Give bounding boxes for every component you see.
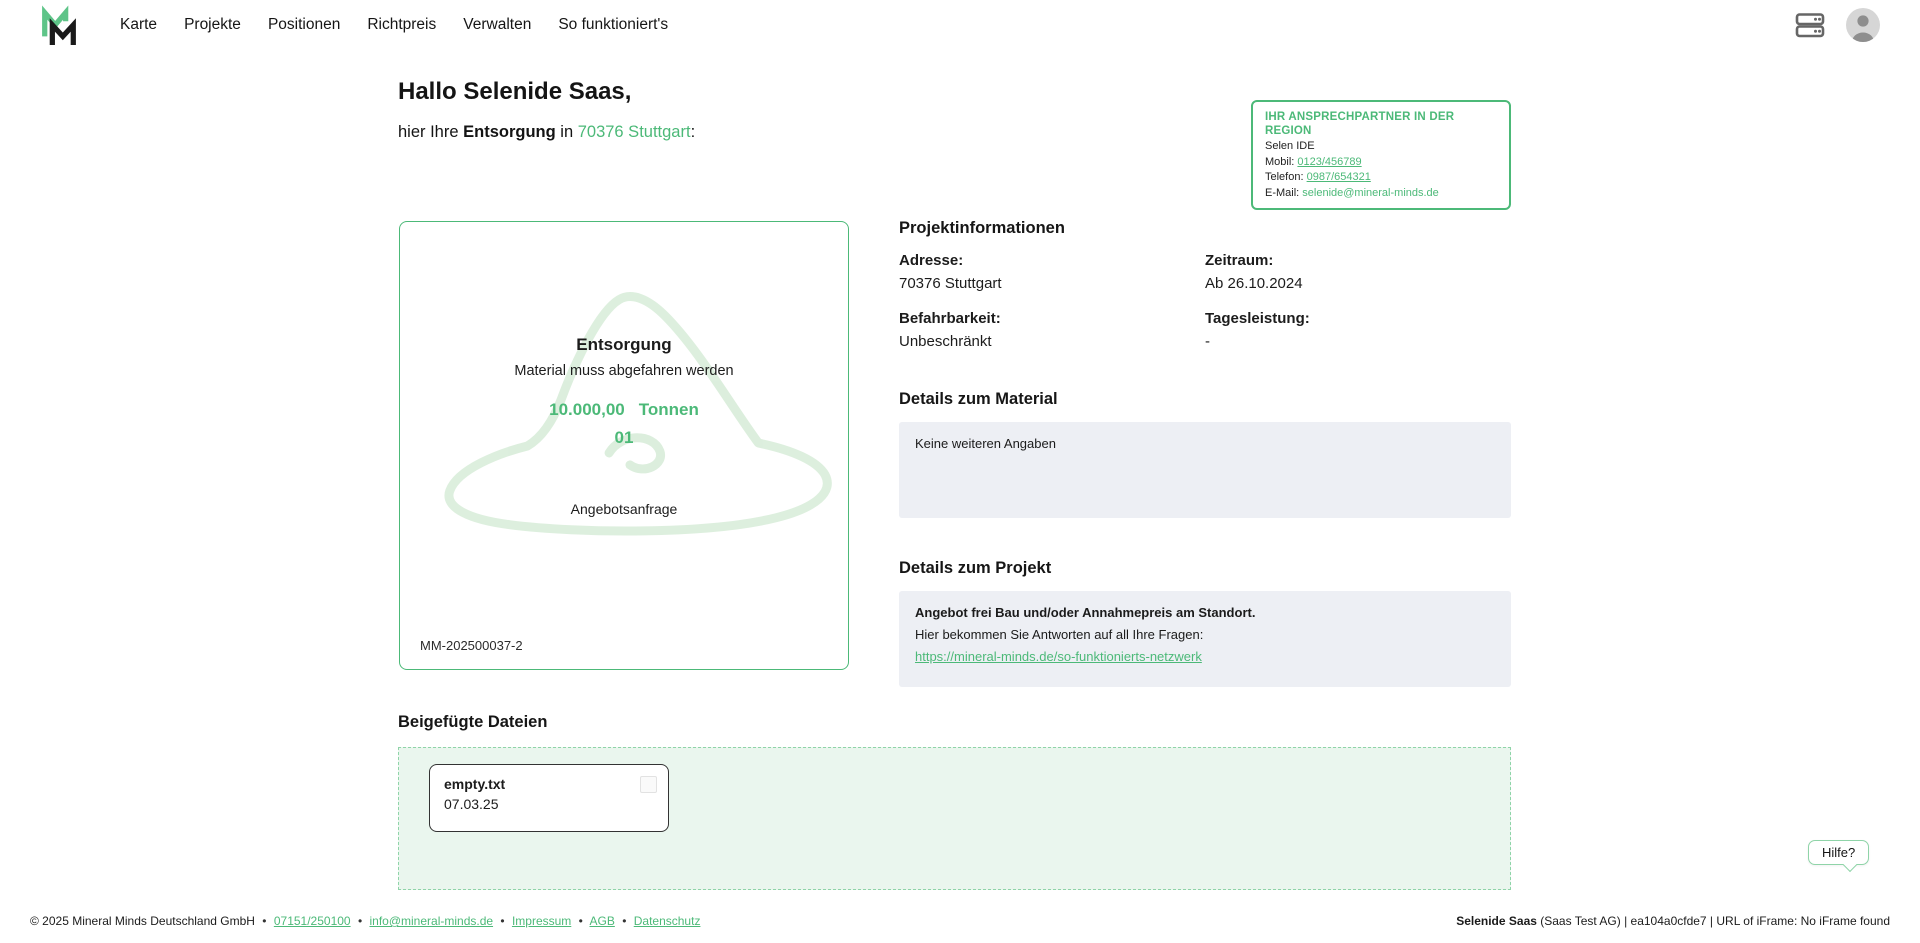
- nav-item-richtpreis[interactable]: Richtpreis: [367, 16, 436, 34]
- file-name: empty.txt: [444, 776, 654, 792]
- project-details-link[interactable]: https://mineral-minds.de/so-funktioniert…: [915, 648, 1202, 665]
- card-amount-unit: Tonnen: [639, 400, 699, 419]
- card-amount: 10.000,00 Tonnen: [400, 400, 848, 420]
- intro-prefix: hier Ihre: [398, 123, 463, 141]
- contact-mobile-label: Mobil:: [1265, 156, 1297, 168]
- contact-mobile-link[interactable]: 0123/456789: [1297, 156, 1361, 168]
- card-reference-number: MM-202500037-2: [420, 638, 523, 653]
- intro-type: Entsorgung: [463, 123, 556, 141]
- card-title: Entsorgung: [400, 335, 848, 355]
- contact-phone-row: Telefon: 0987/654321: [1265, 171, 1497, 185]
- footer-separator: •: [262, 914, 266, 928]
- material-details-box: Keine weiteren Angaben: [899, 422, 1511, 518]
- contact-phone-label: Telefon:: [1265, 171, 1307, 183]
- card-request-type: Angebotsanfrage: [400, 501, 848, 517]
- footer-left: © 2025 Mineral Minds Deutschland GmbH • …: [30, 914, 700, 928]
- card-subtitle: Material muss abgefahren werden: [400, 363, 848, 379]
- field-label: Tagesleistung:: [1205, 309, 1511, 328]
- field-value: Unbeschränkt: [899, 332, 1205, 351]
- nav-item-so-funktionierts[interactable]: So funktioniert's: [558, 16, 668, 34]
- project-info-heading: Projektinformationen: [899, 218, 1511, 239]
- footer-link-datenschutz[interactable]: Datenschutz: [634, 914, 701, 928]
- contact-header: IHR ANSPRECHPARTNER IN DER REGION: [1265, 110, 1497, 138]
- project-details-heading: Details zum Projekt: [899, 558, 1511, 579]
- contact-box: IHR ANSPRECHPARTNER IN DER REGION Selen …: [1251, 100, 1511, 210]
- field-adresse: Adresse: 70376 Stuttgart: [899, 251, 1205, 293]
- nav-item-positionen[interactable]: Positionen: [268, 16, 340, 34]
- footer-session-info: Selenide Saas (Saas Test AG) | ea104a0cf…: [1456, 914, 1890, 928]
- project-details-line: Hier bekommen Sie Antworten auf all Ihre…: [915, 626, 1495, 643]
- file-date: 07.03.25: [444, 796, 654, 812]
- intro-colon: :: [691, 123, 696, 141]
- footer-separator: •: [500, 914, 504, 928]
- intro-location: 70376 Stuttgart: [578, 123, 691, 141]
- intro-line: hier Ihre Entsorgung in 70376 Stuttgart:: [398, 123, 695, 142]
- contact-email-label: E-Mail:: [1265, 187, 1302, 199]
- project-info-grid: Adresse: 70376 Stuttgart Zeitraum: Ab 26…: [899, 251, 1511, 351]
- field-label: Befahrbarkeit:: [899, 309, 1205, 328]
- attached-files-heading: Beigefügte Dateien: [398, 712, 1511, 733]
- contact-email-link[interactable]: selenide@mineral-minds.de: [1302, 187, 1439, 199]
- nav-item-verwalten[interactable]: Verwalten: [463, 16, 531, 34]
- nav-item-projekte[interactable]: Projekte: [184, 16, 241, 34]
- file-checkbox[interactable]: [640, 776, 657, 793]
- card-amount-value: 10.000,00: [549, 400, 625, 419]
- footer-user-name: Selenide Saas: [1456, 914, 1537, 928]
- intro-mid: in: [556, 123, 578, 141]
- server-icon[interactable]: [1794, 10, 1826, 40]
- top-nav-bar: Karte Projekte Positionen Richtpreis Ver…: [0, 0, 1920, 50]
- field-befahrbarkeit: Befahrbarkeit: Unbeschränkt: [899, 309, 1205, 351]
- footer-link-impressum[interactable]: Impressum: [512, 914, 571, 928]
- footer-link-agb[interactable]: AGB: [590, 914, 615, 928]
- field-label: Zeitraum:: [1205, 251, 1511, 270]
- footer-separator: •: [579, 914, 583, 928]
- footer-separator: •: [622, 914, 626, 928]
- page-title: Hallo Selenide Saas,: [398, 78, 695, 106]
- project-details-box: Angebot frei Bau und/oder Annahmepreis a…: [899, 591, 1511, 687]
- footer-copyright: © 2025 Mineral Minds Deutschland GmbH: [30, 914, 255, 928]
- main-nav: Karte Projekte Positionen Richtpreis Ver…: [120, 16, 668, 34]
- footer-email-link[interactable]: info@mineral-minds.de: [369, 914, 493, 928]
- field-label: Adresse:: [899, 251, 1205, 270]
- contact-email-row: E-Mail: selenide@mineral-minds.de: [1265, 187, 1497, 201]
- field-tagesleistung: Tagesleistung: -: [1205, 309, 1511, 351]
- logo-icon: [36, 5, 82, 45]
- mineral-minds-logo[interactable]: [36, 5, 82, 45]
- footer: © 2025 Mineral Minds Deutschland GmbH • …: [0, 899, 1920, 943]
- file-card[interactable]: empty.txt 07.03.25: [429, 764, 669, 832]
- greeting-section: Hallo Selenide Saas, hier Ihre Entsorgun…: [398, 78, 695, 142]
- footer-user-details: (Saas Test AG) | ea104a0cfde7 | URL of i…: [1537, 914, 1890, 928]
- field-value: 70376 Stuttgart: [899, 274, 1205, 293]
- contact-name: Selen IDE: [1265, 140, 1497, 154]
- field-value: Ab 26.10.2024: [1205, 274, 1511, 293]
- nav-right-actions: [1794, 8, 1880, 42]
- app-root: Karte Projekte Positionen Richtpreis Ver…: [0, 0, 1920, 943]
- position-card[interactable]: Entsorgung Material muss abgefahren werd…: [399, 221, 849, 670]
- help-button[interactable]: Hilfe?: [1808, 840, 1869, 865]
- project-info-section: Projektinformationen Adresse: 70376 Stut…: [899, 218, 1511, 687]
- card-position-number: 01: [400, 428, 848, 448]
- footer-separator: •: [358, 914, 362, 928]
- help-bubble-tail: [1843, 858, 1857, 872]
- contact-phone-link[interactable]: 0987/654321: [1307, 171, 1371, 183]
- footer-phone-link[interactable]: 07151/250100: [274, 914, 351, 928]
- attached-files-section: Beigefügte Dateien empty.txt 07.03.25: [398, 712, 1511, 890]
- contact-mobile-row: Mobil: 0123/456789: [1265, 156, 1497, 170]
- file-dropzone[interactable]: empty.txt 07.03.25: [398, 747, 1511, 890]
- avatar-icon[interactable]: [1846, 8, 1880, 42]
- material-details-text: Keine weiteren Angaben: [915, 436, 1056, 451]
- nav-item-karte[interactable]: Karte: [120, 16, 157, 34]
- project-details-bold-line: Angebot frei Bau und/oder Annahmepreis a…: [915, 604, 1495, 621]
- material-details-heading: Details zum Material: [899, 389, 1511, 410]
- field-value: -: [1205, 332, 1511, 351]
- field-zeitraum: Zeitraum: Ab 26.10.2024: [1205, 251, 1511, 293]
